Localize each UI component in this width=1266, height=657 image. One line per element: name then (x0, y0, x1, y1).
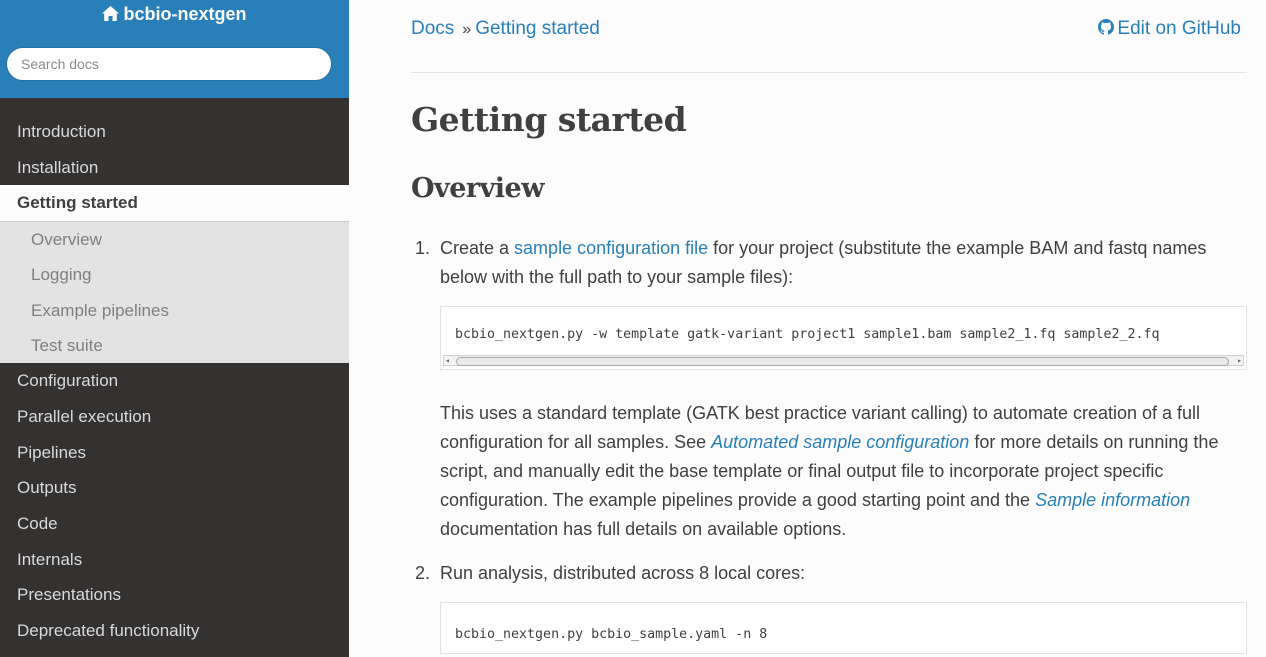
sample-configuration-file-link[interactable]: sample configuration file (514, 238, 708, 258)
sidebar-item-parallel-execution[interactable]: Parallel execution (0, 399, 349, 435)
sidebar-header: bcbio-nextgen (0, 0, 349, 98)
step-paragraph: This uses a standard template (GATK best… (440, 399, 1247, 544)
sidebar-item-presentations[interactable]: Presentations (0, 577, 349, 613)
sidebar-item-outputs[interactable]: Outputs (0, 470, 349, 506)
list-item: 2. Run analysis, distributed across 8 lo… (411, 559, 1247, 654)
list-item: 1. Create a sample configuration file fo… (411, 234, 1247, 544)
sidebar-item-getting-started[interactable]: Getting started (0, 185, 349, 222)
sidebar-item-deprecated-functionality[interactable]: Deprecated functionality (0, 613, 349, 649)
breadcrumb-separator: » (462, 21, 472, 38)
section-heading-overview: Overview (411, 173, 544, 204)
sidebar-subitem-test-suite[interactable]: Test suite (0, 328, 349, 363)
home-icon (102, 6, 120, 21)
step-text: Run analysis, distributed across 8 local… (440, 563, 806, 583)
sample-information-link[interactable]: Sample information (1035, 490, 1190, 510)
steps-list: 1. Create a sample configuration file fo… (411, 234, 1247, 654)
sidebar-subitem-example-pipelines[interactable]: Example pipelines (0, 293, 349, 328)
project-home-link[interactable]: bcbio-nextgen (0, 0, 349, 24)
sidebar-subitem-overview[interactable]: Overview (0, 221, 349, 257)
sidebar-item-introduction[interactable]: Introduction (0, 114, 349, 150)
edit-on-github-link[interactable]: Edit on GitHub (1098, 18, 1241, 40)
sidebar-subnav: Overview Logging Example pipelines Test … (0, 221, 349, 364)
sidebar-item-internals[interactable]: Internals (0, 542, 349, 578)
sidebar-subitem-logging[interactable]: Logging (0, 257, 349, 292)
step-text: Create a sample configuration file for y… (440, 234, 1247, 292)
code-line: bcbio_nextgen.py bcbio_sample.yaml -n 8 (455, 627, 768, 642)
step-number: 2. (415, 563, 431, 583)
step-text-part: Create a (440, 238, 515, 258)
scroll-right-icon[interactable]: ▸ (1237, 357, 1242, 365)
code-line: bcbio_nextgen.py -w template gatk-varian… (455, 327, 1160, 342)
search-input[interactable] (6, 47, 332, 81)
sidebar-item-installation[interactable]: Installation (0, 150, 349, 186)
edit-on-github-label: Edit on GitHub (1117, 18, 1241, 39)
breadcrumb: Docs » Getting started Edit on GitHub (411, 18, 1247, 44)
sidebar-item-code[interactable]: Code (0, 506, 349, 542)
code-block: bcbio_nextgen.py -w template gatk-varian… (440, 306, 1247, 370)
paragraph-part: documentation has full details on availa… (440, 519, 847, 539)
code-block: bcbio_nextgen.py bcbio_sample.yaml -n 8 (440, 602, 1247, 654)
page-title: Getting started (411, 100, 687, 139)
header-divider (411, 72, 1247, 73)
sidebar-item-configuration[interactable]: Configuration (0, 363, 349, 399)
sidebar-item-pipelines[interactable]: Pipelines (0, 435, 349, 471)
github-icon (1098, 19, 1115, 35)
project-name: bcbio-nextgen (123, 4, 247, 24)
scroll-left-icon[interactable]: ◂ (445, 357, 450, 365)
sidebar: bcbio-nextgen Introduction Installation … (0, 0, 349, 657)
scrollbar-thumb[interactable] (456, 357, 1229, 366)
breadcrumb-docs-link[interactable]: Docs (411, 18, 454, 39)
horizontal-scrollbar[interactable]: ◂ ▸ (443, 355, 1244, 366)
automated-sample-configuration-link[interactable]: Automated sample configuration (711, 432, 969, 452)
step-number: 1. (415, 238, 431, 258)
breadcrumb-current[interactable]: Getting started (475, 18, 600, 39)
sidebar-nav: Introduction Installation Getting starte… (0, 114, 349, 649)
